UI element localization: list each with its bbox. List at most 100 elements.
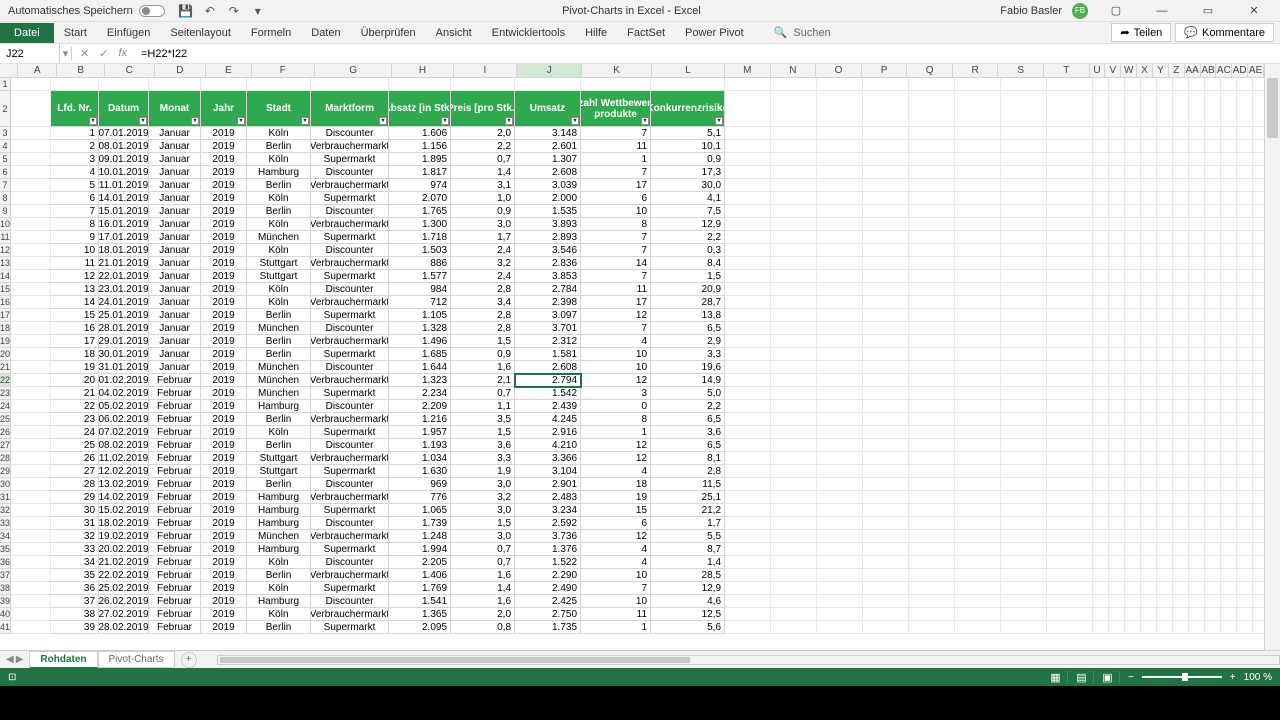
toggle-switch-icon[interactable] (139, 5, 165, 17)
cell[interactable] (1157, 140, 1173, 153)
cell[interactable] (1173, 504, 1189, 517)
cell[interactable] (909, 296, 955, 309)
cell[interactable]: Februar (149, 465, 201, 478)
cell[interactable] (863, 465, 909, 478)
cell[interactable] (1047, 478, 1093, 491)
cell[interactable] (1173, 127, 1189, 140)
col-header-E[interactable]: E (206, 64, 252, 77)
cell[interactable] (1189, 374, 1205, 387)
cell[interactable] (1189, 205, 1205, 218)
cell[interactable] (1125, 218, 1141, 231)
cell[interactable] (909, 361, 955, 374)
cell[interactable] (955, 530, 1001, 543)
cell[interactable] (1253, 387, 1264, 400)
cell[interactable] (863, 78, 909, 91)
cell[interactable] (909, 478, 955, 491)
cell[interactable] (863, 556, 909, 569)
cell[interactable] (1141, 322, 1157, 335)
cell[interactable] (1093, 218, 1109, 231)
cell[interactable] (817, 478, 863, 491)
cell[interactable]: 3,4 (451, 296, 515, 309)
cell[interactable] (11, 595, 51, 608)
cell[interactable]: 3,3 (451, 452, 515, 465)
cell[interactable] (1189, 179, 1205, 192)
row-header[interactable]: 15 (0, 283, 10, 296)
cell[interactable]: 2.439 (515, 400, 581, 413)
cell[interactable]: 23.01.2019 (99, 283, 149, 296)
cell[interactable]: Stuttgart (247, 257, 311, 270)
cell[interactable] (1093, 322, 1109, 335)
redo-icon[interactable]: ↷ (227, 4, 241, 18)
row-header[interactable]: 16 (0, 296, 10, 309)
row-header[interactable]: 2 (0, 91, 10, 127)
cell[interactable] (11, 439, 51, 452)
cell[interactable] (955, 335, 1001, 348)
cell[interactable] (863, 400, 909, 413)
cell[interactable] (1093, 335, 1109, 348)
cell[interactable] (11, 166, 51, 179)
cell[interactable] (1221, 78, 1237, 91)
table-header[interactable]: Umsatz▾ (515, 91, 581, 127)
cell[interactable] (1253, 140, 1264, 153)
cell[interactable]: 24.01.2019 (99, 296, 149, 309)
cell[interactable] (817, 91, 863, 127)
cell[interactable]: 27.02.2019 (99, 608, 149, 621)
cell[interactable] (1109, 621, 1125, 634)
cell[interactable] (51, 78, 99, 91)
col-header-D[interactable]: D (155, 64, 207, 77)
cell[interactable] (1093, 556, 1109, 569)
cell[interactable] (1093, 374, 1109, 387)
cell[interactable]: 17 (581, 179, 651, 192)
cell[interactable]: 14.01.2019 (99, 192, 149, 205)
cell[interactable] (1109, 348, 1125, 361)
cell[interactable] (1237, 569, 1253, 582)
cell[interactable] (955, 569, 1001, 582)
cell[interactable] (1205, 439, 1221, 452)
cell[interactable]: Supermarkt (311, 465, 389, 478)
cell[interactable]: 1,1 (451, 400, 515, 413)
cell[interactable]: 10 (51, 244, 99, 257)
cell[interactable] (1125, 374, 1141, 387)
cell[interactable]: 2,0 (451, 608, 515, 621)
cell[interactable]: 1,7 (651, 517, 725, 530)
cell[interactable] (909, 595, 955, 608)
cell[interactable] (955, 400, 1001, 413)
view-layout-icon[interactable]: ▤ (1076, 671, 1094, 684)
cell[interactable] (1109, 127, 1125, 140)
cell[interactable] (955, 361, 1001, 374)
cell[interactable] (1093, 387, 1109, 400)
table-header[interactable]: Datum▾ (99, 91, 149, 127)
cell[interactable] (863, 205, 909, 218)
cell[interactable] (1237, 491, 1253, 504)
cell[interactable] (1221, 582, 1237, 595)
cell[interactable] (863, 296, 909, 309)
cell[interactable] (1253, 205, 1264, 218)
cell[interactable] (1189, 218, 1205, 231)
cell[interactable]: 3.104 (515, 465, 581, 478)
cell[interactable]: 2019 (201, 374, 247, 387)
cell[interactable] (1205, 556, 1221, 569)
cell[interactable]: Discounter (311, 556, 389, 569)
cell[interactable] (1001, 205, 1047, 218)
cell[interactable]: 1.328 (389, 322, 451, 335)
cell[interactable]: 8,1 (651, 452, 725, 465)
cell[interactable] (1109, 361, 1125, 374)
cell[interactable]: Februar (149, 504, 201, 517)
cell[interactable] (11, 387, 51, 400)
cell[interactable] (1047, 543, 1093, 556)
cell[interactable] (1109, 153, 1125, 166)
cell[interactable] (817, 387, 863, 400)
cell[interactable] (11, 257, 51, 270)
cell[interactable] (11, 491, 51, 504)
cell[interactable] (771, 556, 817, 569)
cell[interactable] (1189, 517, 1205, 530)
filter-icon[interactable]: ▾ (191, 117, 199, 125)
cell[interactable]: 20,9 (651, 283, 725, 296)
cell[interactable]: 18.02.2019 (99, 517, 149, 530)
cell[interactable] (1001, 465, 1047, 478)
cell[interactable] (1109, 140, 1125, 153)
cell[interactable]: Januar (149, 140, 201, 153)
cell[interactable]: Januar (149, 179, 201, 192)
cell[interactable]: Berlin (247, 413, 311, 426)
cell[interactable]: 3.366 (515, 452, 581, 465)
